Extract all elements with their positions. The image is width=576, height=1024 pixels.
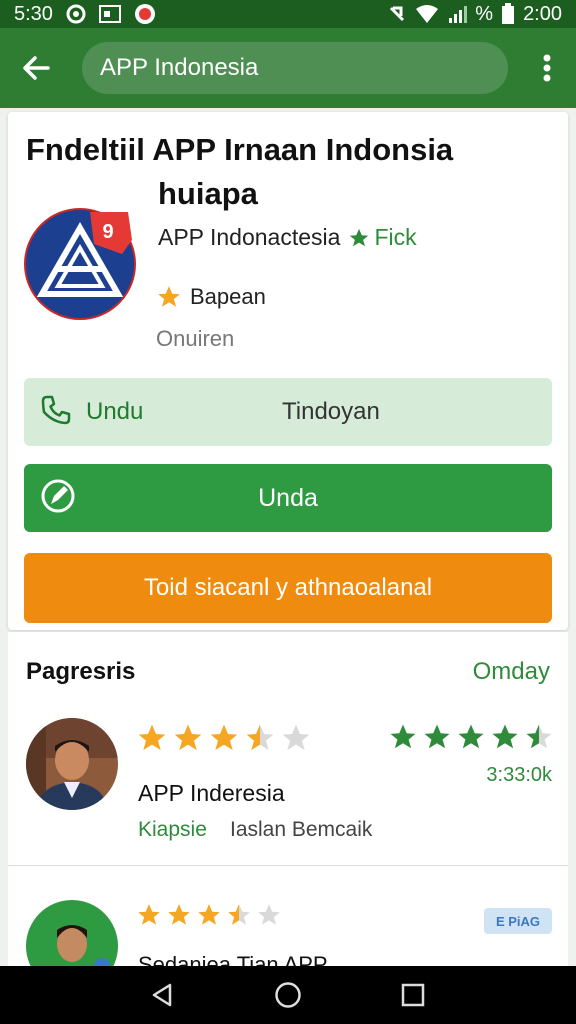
avatar xyxy=(26,718,118,810)
image-notification-icon xyxy=(98,5,121,23)
star-icon xyxy=(198,904,220,925)
rating-line: Bapean xyxy=(156,284,266,310)
screen: 5:30 % 2:00 APP Indonesia Fndeltiil APP … xyxy=(0,0,576,1024)
more-vert-icon xyxy=(543,54,551,82)
nav-recents-button[interactable] xyxy=(391,973,435,1017)
nav-back-icon xyxy=(152,983,171,1007)
install-button-label: Unda xyxy=(258,483,318,512)
review-rating-stars xyxy=(136,902,282,928)
arrow-left-icon xyxy=(23,56,50,80)
signal-icon xyxy=(447,4,468,24)
reviews-filter[interactable]: Omday xyxy=(473,658,550,686)
developer-badge: Fick xyxy=(348,224,417,251)
review-item[interactable]: E PiAG Sedaniea Tian APP xyxy=(8,876,568,992)
star-icon xyxy=(158,286,180,307)
review-item[interactable]: 3:33:0k APP Inderesia Kiapsie Iaslan Bem… xyxy=(8,716,568,866)
star-icon xyxy=(138,724,166,750)
star-icon xyxy=(210,724,238,750)
developer-badge-label: Fick xyxy=(374,224,417,250)
status-clock: 2:00 xyxy=(523,2,562,25)
review-helpful-stars xyxy=(388,722,554,752)
install-button[interactable]: Unda xyxy=(24,464,552,532)
star-icon xyxy=(282,724,310,750)
call-button[interactable]: Undu Tindoyan xyxy=(24,378,552,446)
app-title: Fndeltiil APP Irnaan Indonsia xyxy=(26,132,454,167)
review-tag[interactable]: Kiapsie xyxy=(138,818,207,842)
app-notification-icon xyxy=(133,3,157,25)
star-icon xyxy=(174,724,202,750)
rating-label: Bapean xyxy=(190,284,266,309)
nav-home-button[interactable] xyxy=(266,973,310,1017)
search-bar[interactable] xyxy=(82,42,508,94)
developer-line: APP Indonactesia Fick xyxy=(158,224,417,251)
nav-home-icon xyxy=(275,982,301,1008)
search-input[interactable] xyxy=(100,54,508,82)
secondary-action-button[interactable]: Toid siacanl y athnaoalanal xyxy=(24,553,552,623)
more-options-button[interactable] xyxy=(532,46,562,90)
back-button[interactable] xyxy=(14,46,58,90)
secondary-action-label: Toid siacanl y athnaoalanal xyxy=(143,574,433,601)
battery-icon xyxy=(501,3,515,25)
install-status: Onuiren xyxy=(156,326,235,351)
call-button-label: Undu xyxy=(86,398,144,425)
star-icon xyxy=(258,904,280,925)
wifi-icon xyxy=(415,4,439,24)
reviews-section: Pagresris Omday 3:33:0k APP Inderesia Ki… xyxy=(8,632,568,992)
app-detail-card: Fndeltiil APP Irnaan Indonsia huiapa 9 A… xyxy=(8,112,568,630)
reviews-heading: Pagresris xyxy=(26,658,136,685)
call-button-secondary: Tindoyan xyxy=(282,398,380,425)
navigation-bar xyxy=(0,966,576,1024)
signal-text: % xyxy=(475,2,494,25)
star-icon xyxy=(390,724,416,749)
star-icon xyxy=(526,724,552,749)
mute-icon xyxy=(387,4,407,24)
star-icon xyxy=(138,904,160,925)
review-author: APP Inderesia xyxy=(138,780,285,806)
nav-back-button[interactable] xyxy=(141,973,185,1017)
logo-badge-text: 9 xyxy=(102,221,113,243)
app-title-continued: huiapa xyxy=(158,176,258,211)
star-icon xyxy=(246,724,274,750)
review-text: Iaslan Bemcaik xyxy=(230,818,373,841)
developer-name[interactable]: APP Indonactesia xyxy=(158,224,340,251)
app-bar xyxy=(0,28,576,108)
review-badge: E PiAG xyxy=(484,908,552,934)
star-icon xyxy=(458,724,484,749)
star-icon xyxy=(492,724,518,749)
review-rating-stars xyxy=(136,722,312,754)
app-logo: 9 xyxy=(24,206,138,320)
edit-badge-icon xyxy=(40,478,76,519)
star-icon xyxy=(424,724,450,749)
star-icon xyxy=(168,904,190,925)
phone-icon xyxy=(40,394,72,431)
review-time: 3:33:0k xyxy=(486,764,552,786)
status-time: 5:30 xyxy=(14,2,53,25)
status-bar: 5:30 % 2:00 xyxy=(0,0,576,28)
alarm-icon xyxy=(65,3,87,25)
nav-recents-icon xyxy=(402,983,425,1007)
star-icon xyxy=(350,228,369,246)
star-icon xyxy=(228,904,250,925)
